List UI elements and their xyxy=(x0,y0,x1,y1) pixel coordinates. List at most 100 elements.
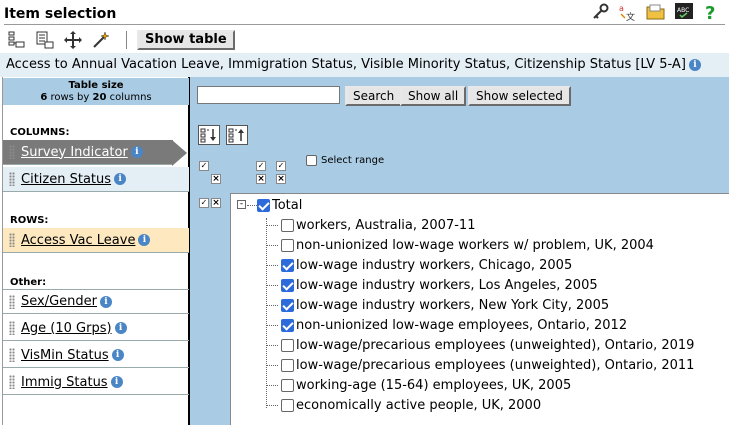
tree-checkbox[interactable] xyxy=(281,379,294,392)
table-subtitle: Access to Annual Vacation Leave, Immigra… xyxy=(0,53,729,77)
drag-handle-icon[interactable] xyxy=(9,172,15,186)
tree-connector xyxy=(266,245,278,246)
wand-icon[interactable] xyxy=(88,28,114,52)
key-icon[interactable] xyxy=(589,1,611,23)
toolbar-separator xyxy=(126,31,127,49)
info-icon[interactable]: i xyxy=(130,146,143,158)
drag-handle-icon[interactable] xyxy=(9,233,15,247)
layout-edit-icon[interactable] xyxy=(32,28,58,52)
help-icon[interactable]: ? xyxy=(701,1,723,23)
dim-label[interactable]: Access Vac Leave xyxy=(21,233,135,248)
tree-root[interactable]: Total xyxy=(257,198,302,213)
tree-checkbox[interactable] xyxy=(281,259,294,272)
tree-connector xyxy=(266,405,278,406)
tree-item[interactable]: low-wage/precarious employees (unweighte… xyxy=(281,338,694,353)
select-column-checkbox[interactable]: ✓ xyxy=(199,161,209,171)
drag-handle-icon[interactable] xyxy=(9,145,15,159)
dim-label[interactable]: Immig Status xyxy=(21,375,108,390)
svg-text:a: a xyxy=(619,4,624,13)
tree-checkbox[interactable] xyxy=(281,359,294,372)
tree-item[interactable]: non-unionized low-wage employees, Ontari… xyxy=(281,318,627,333)
show-table-button[interactable]: Show table xyxy=(137,30,235,50)
tree-connector xyxy=(266,265,278,266)
tree-checkbox[interactable] xyxy=(257,199,270,212)
table-subtitle-text: Access to Annual Vacation Leave, Immigra… xyxy=(6,57,686,72)
tree-connector xyxy=(266,365,278,366)
clear-column-icon[interactable]: × xyxy=(211,174,221,184)
tree-item[interactable]: low-wage industry workers, New York City… xyxy=(281,298,609,313)
tree-item[interactable]: working-age (15-64) employees, UK, 2005 xyxy=(281,378,571,393)
dim-sex-gender[interactable]: Sex/Gender i xyxy=(3,289,189,314)
clear-column-icon[interactable]: × xyxy=(276,174,286,184)
columns-section-label: COLUMNS: xyxy=(10,127,70,138)
dim-survey-indicator[interactable]: Survey Indicator i xyxy=(3,140,173,165)
drag-handle-icon[interactable] xyxy=(9,321,15,335)
svg-text:?: ? xyxy=(705,3,715,22)
clear-all-icon[interactable]: × xyxy=(211,198,221,208)
tree-item-label: workers, Australia, 2007-11 xyxy=(296,218,476,233)
tree-checkbox[interactable] xyxy=(281,399,294,412)
info-icon[interactable]: i xyxy=(111,349,124,361)
tree-connector xyxy=(266,225,278,226)
rows-section-label: ROWS: xyxy=(10,215,49,226)
search-button[interactable]: Search xyxy=(345,86,403,106)
tree-checkbox[interactable] xyxy=(281,239,294,252)
select-range-option[interactable]: Select range xyxy=(306,155,384,166)
tree-item[interactable]: low-wage/precarious employees (unweighte… xyxy=(281,358,694,373)
tree-checkbox[interactable] xyxy=(281,219,294,232)
info-icon[interactable]: i xyxy=(138,234,151,246)
dim-age[interactable]: Age (10 Grps) i xyxy=(3,316,189,341)
dim-citizen-status[interactable]: Citizen Status i xyxy=(3,167,189,192)
tree-item[interactable]: non-unionized low-wage workers w/ proble… xyxy=(281,238,654,253)
spellcheck-icon[interactable]: ABC xyxy=(673,1,695,23)
search-input[interactable] xyxy=(197,86,340,104)
tree-item-label: low-wage/precarious employees (unweighte… xyxy=(296,358,695,373)
dim-vismin-status[interactable]: VisMin Status i xyxy=(3,343,189,368)
tree-checkbox[interactable] xyxy=(281,339,294,352)
sort-descending-icon[interactable] xyxy=(226,125,248,145)
tree-item-label: low-wage/precarious employees (unweighte… xyxy=(296,338,695,353)
dim-label[interactable]: Survey Indicator xyxy=(21,145,128,160)
toolbar: Show table xyxy=(4,28,235,52)
select-range-checkbox[interactable] xyxy=(306,155,317,166)
dim-immig-status[interactable]: Immig Status i xyxy=(3,370,189,395)
tree-checkbox[interactable] xyxy=(281,299,294,312)
other-section-label: Other: xyxy=(10,277,47,288)
collapse-toggle-icon[interactable]: - xyxy=(237,200,246,209)
language-icon[interactable]: a文 xyxy=(617,1,639,23)
tree-connector xyxy=(247,205,257,206)
tree-connector xyxy=(266,385,278,386)
tree-item[interactable]: low-wage industry workers, Chicago, 2005 xyxy=(281,258,572,273)
drag-handle-icon[interactable] xyxy=(9,375,15,389)
info-icon[interactable]: i xyxy=(114,322,127,334)
clear-column-icon[interactable]: × xyxy=(256,174,266,184)
dim-label[interactable]: Citizen Status xyxy=(21,172,111,187)
tree-checkbox[interactable] xyxy=(281,319,294,332)
table-size-rows-word: rows by xyxy=(50,92,90,103)
info-icon[interactable]: i xyxy=(100,295,113,308)
select-all-checkbox[interactable]: ✓ xyxy=(199,198,209,208)
dim-label[interactable]: VisMin Status xyxy=(21,348,109,363)
info-icon[interactable]: i xyxy=(110,376,123,388)
drag-handle-icon[interactable] xyxy=(9,294,15,309)
dim-access-vac-leave[interactable]: Access Vac Leave i xyxy=(3,228,189,253)
info-icon[interactable]: i xyxy=(114,173,127,185)
item-tree: - Total workers, Australia, 2007-11 non-u… xyxy=(230,193,729,425)
tree-connector xyxy=(266,325,278,326)
tree-item[interactable]: low-wage industry workers, Los Angeles, … xyxy=(281,278,598,293)
move-icon[interactable] xyxy=(60,28,86,52)
dim-label[interactable]: Sex/Gender xyxy=(21,294,97,309)
tree-item[interactable]: economically active people, UK, 2000 xyxy=(281,398,541,413)
show-all-button[interactable]: Show all xyxy=(400,86,467,106)
layout-icon[interactable] xyxy=(4,28,30,52)
select-column-checkbox[interactable]: ✓ xyxy=(256,161,266,171)
folder-icon[interactable] xyxy=(645,1,667,23)
info-icon[interactable]: i xyxy=(688,59,701,71)
drag-handle-icon[interactable] xyxy=(9,348,15,362)
sort-ascending-icon[interactable] xyxy=(198,125,220,145)
dim-label[interactable]: Age (10 Grps) xyxy=(21,321,112,336)
select-column-checkbox[interactable]: ✓ xyxy=(276,161,286,171)
show-selected-button[interactable]: Show selected xyxy=(468,86,571,106)
tree-item[interactable]: workers, Australia, 2007-11 xyxy=(281,218,475,233)
tree-checkbox[interactable] xyxy=(281,279,294,292)
